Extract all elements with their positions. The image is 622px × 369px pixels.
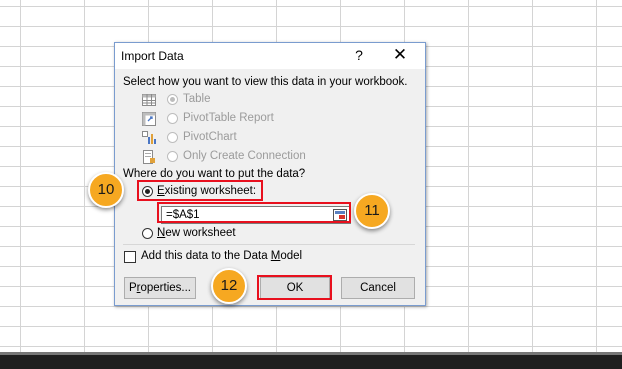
- step-12-callout: 12: [211, 268, 247, 304]
- cell-reference-highlight: [157, 202, 351, 223]
- pivottable-radio[interactable]: [167, 113, 178, 124]
- table-icon: [142, 94, 156, 106]
- pivotchart-icon: [142, 131, 156, 144]
- dialog-titlebar: Import Data ? ✕: [115, 43, 425, 69]
- ok-highlight: [257, 275, 332, 300]
- separator: [123, 244, 415, 245]
- destination-prompt: Where do you want to put the data?: [123, 168, 306, 180]
- cancel-button[interactable]: Cancel: [341, 277, 415, 299]
- view-prompt: Select how you want to view this data in…: [123, 76, 408, 88]
- pivottable-label: PivotTable Report: [183, 112, 274, 124]
- table-radio[interactable]: [167, 94, 178, 105]
- step-10-callout: 10: [88, 172, 124, 208]
- import-data-dialog: Import Data ? ✕ Select how you want to v…: [114, 42, 426, 306]
- connection-label: Only Create Connection: [183, 150, 306, 162]
- step-11-callout: 11: [354, 193, 390, 229]
- help-button[interactable]: ?: [350, 47, 368, 63]
- new-worksheet-radio[interactable]: [142, 228, 153, 239]
- existing-worksheet-highlight: [137, 180, 263, 201]
- connection-icon: [143, 150, 155, 164]
- new-worksheet-label: New worksheet: [157, 227, 236, 239]
- pivotchart-label: PivotChart: [183, 131, 237, 143]
- data-model-label: Add this data to the Data Model: [141, 250, 303, 262]
- close-button[interactable]: ✕: [389, 45, 411, 65]
- table-label: Table: [183, 93, 211, 105]
- dialog-title: Import Data: [121, 49, 184, 63]
- pivotchart-radio[interactable]: [167, 132, 178, 143]
- properties-button[interactable]: Properties...: [124, 277, 196, 299]
- pivottable-icon: [142, 112, 156, 126]
- connection-radio[interactable]: [167, 151, 178, 162]
- data-model-checkbox[interactable]: [124, 251, 136, 263]
- taskbar-strip: [0, 352, 622, 369]
